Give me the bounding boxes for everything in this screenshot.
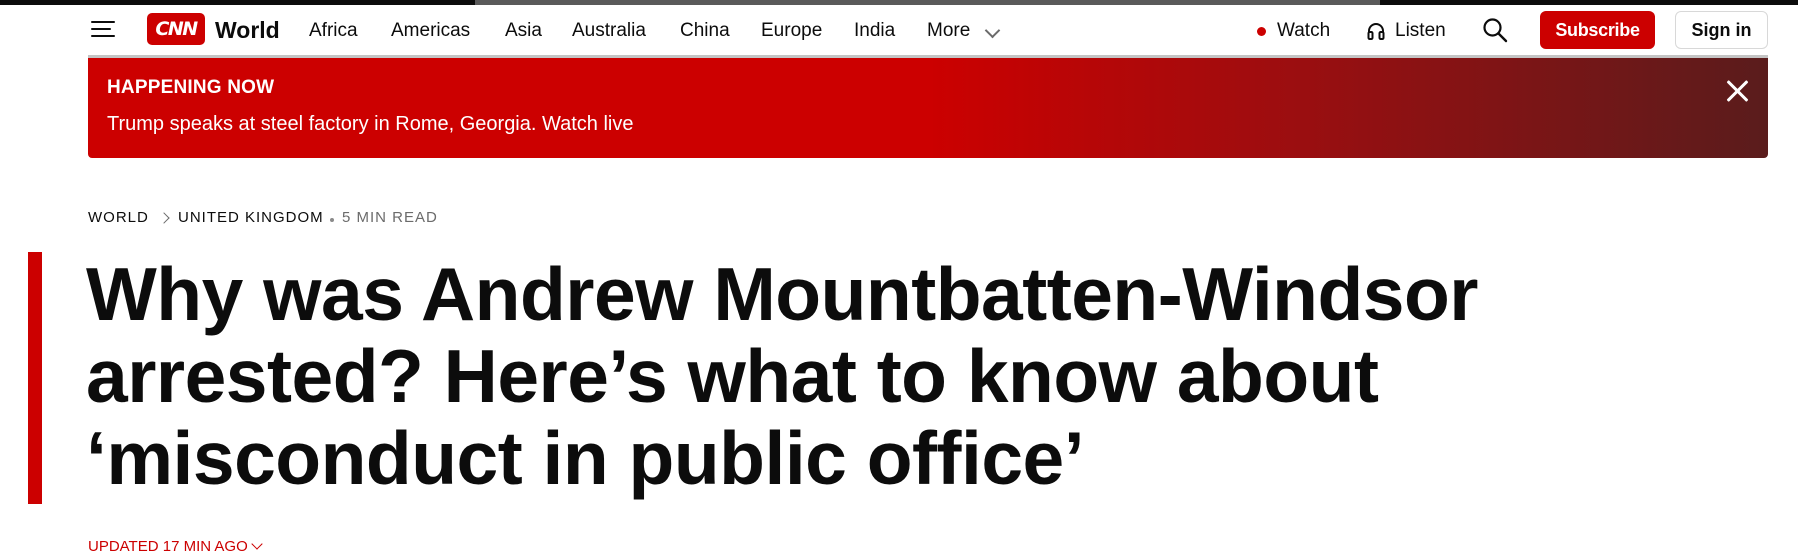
headline-accent-bar: [28, 252, 42, 504]
close-icon[interactable]: [1724, 78, 1750, 104]
nav-item-china[interactable]: China: [680, 20, 730, 42]
updated-label: UPDATED 17 MIN AGO: [88, 538, 248, 555]
banner-kicker: HAPPENING NOW: [107, 77, 275, 98]
nav-item-india[interactable]: India: [854, 20, 895, 42]
page-title: Why was Andrew Mountbatten-Windsor arres…: [86, 252, 1479, 500]
chevron-down-icon[interactable]: [984, 22, 1001, 39]
separator-dot: [330, 218, 334, 222]
sign-in-button[interactable]: Sign in: [1675, 11, 1768, 49]
nav-item-africa[interactable]: Africa: [309, 20, 358, 42]
breadcrumb-united-kingdom[interactable]: UNITED KINGDOM: [178, 209, 324, 227]
listen-label: Listen: [1395, 20, 1446, 41]
section-name[interactable]: World: [215, 17, 280, 43]
live-dot-icon: [1257, 27, 1266, 36]
nav-item-australia[interactable]: Australia: [572, 20, 646, 42]
nav-item-europe[interactable]: Europe: [761, 20, 822, 42]
nav-item-asia[interactable]: Asia: [505, 20, 542, 42]
banner-headline[interactable]: Trump speaks at steel factory in Rome, G…: [107, 112, 634, 136]
headphones-icon: [1367, 23, 1385, 40]
nav-item-americas[interactable]: Americas: [391, 20, 470, 42]
watch-label: Watch: [1277, 20, 1331, 41]
read-time: 5 MIN READ: [342, 209, 438, 226]
hamburger-icon[interactable]: [91, 19, 115, 39]
cnn-logo[interactable]: CNN: [147, 13, 205, 45]
chevron-down-icon: [251, 538, 263, 550]
search-icon[interactable]: [1482, 17, 1508, 43]
chevron-right-icon: [158, 212, 170, 224]
site-header: CNN World Africa Americas Asia Australia…: [0, 5, 1798, 55]
nav-item-more[interactable]: More: [927, 20, 970, 42]
breadcrumb-world[interactable]: WORLD: [88, 209, 149, 227]
subscribe-button[interactable]: Subscribe: [1540, 11, 1655, 49]
updated-timestamp[interactable]: UPDATED 17 MIN AGO: [88, 538, 263, 556]
breaking-news-banner[interactable]: HAPPENING NOW Trump speaks at steel fact…: [88, 58, 1768, 158]
